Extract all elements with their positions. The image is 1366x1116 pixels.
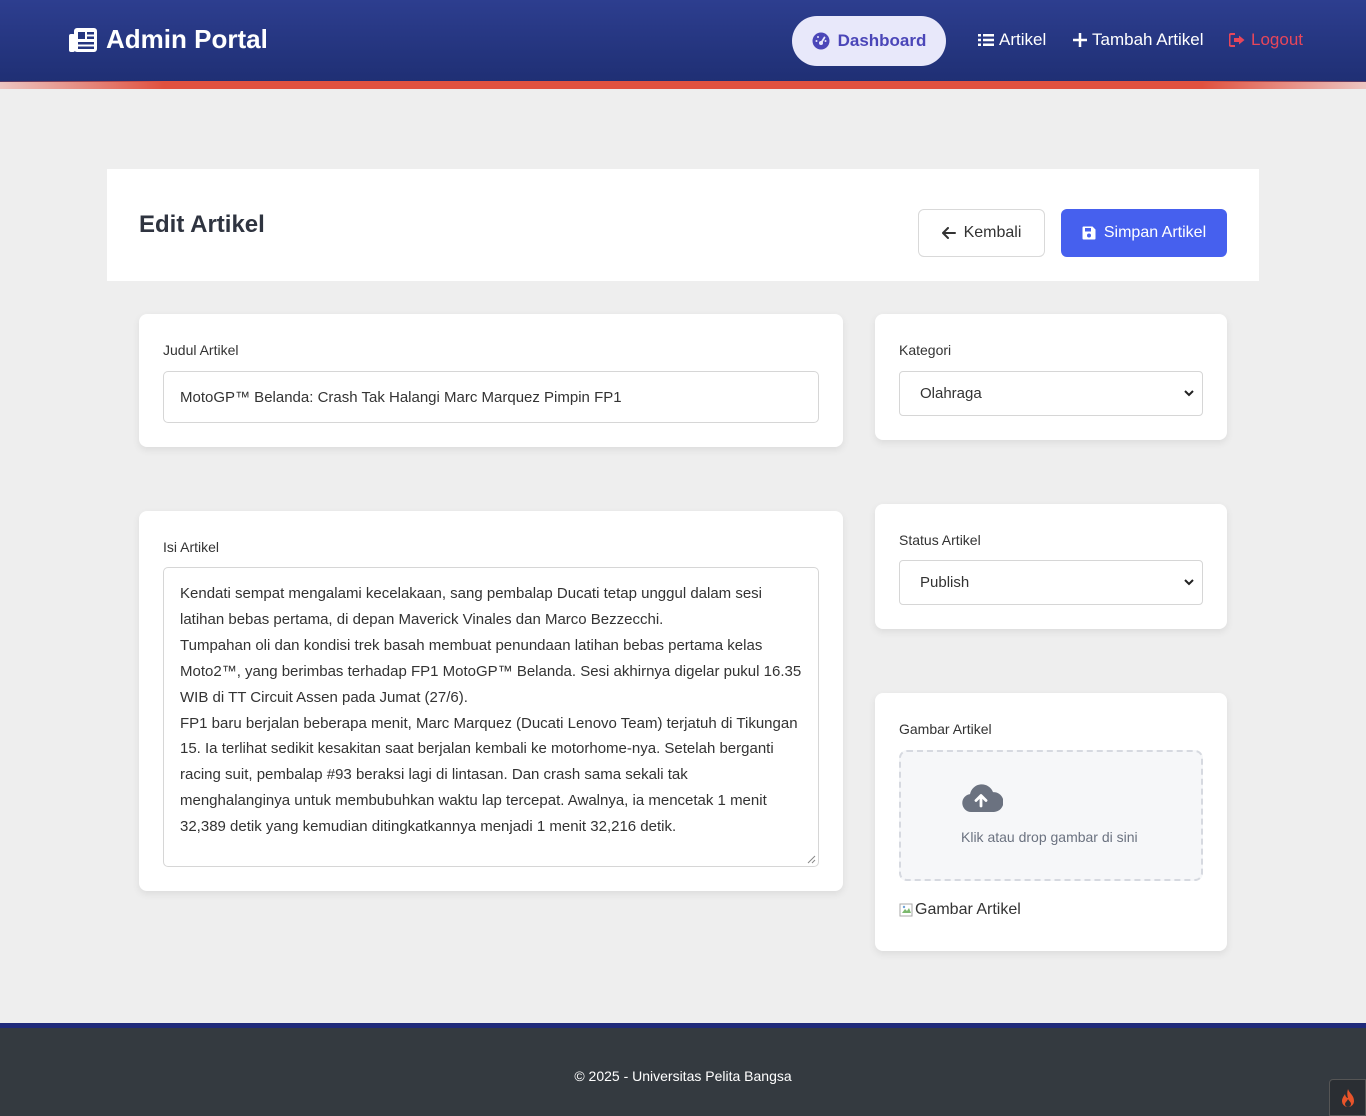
broken-image-icon [899, 903, 913, 917]
nav-tambah-label: Tambah Artikel [1092, 30, 1204, 49]
floppy-disk-icon [1082, 226, 1096, 240]
navbar-accent-bar [0, 81, 1366, 89]
judul-label: Judul Artikel [163, 342, 239, 358]
image-preview: Gambar Artikel [899, 901, 1021, 919]
resize-handle-icon[interactable] [806, 854, 816, 864]
sign-out-icon [1229, 33, 1245, 47]
back-button[interactable]: Kembali [918, 209, 1045, 257]
brand-title: Admin Portal [106, 24, 268, 54]
isi-label: Isi Artikel [163, 539, 220, 555]
kategori-label: Kategori [899, 342, 952, 358]
kategori-select[interactable]: Olahraga [899, 371, 1203, 416]
back-button-label: Kembali [963, 224, 1022, 241]
nav-dashboard-label: Dashboard [837, 31, 927, 50]
nav-logout[interactable]: Logout [1229, 30, 1303, 50]
kategori-selected: Olahraga [920, 385, 982, 402]
kategori-card: Kategori Olahraga [875, 314, 1227, 440]
newspaper-icon [69, 27, 97, 52]
nav-dashboard[interactable]: Dashboard [792, 16, 946, 66]
list-icon [978, 34, 994, 46]
footer-copyright: © 2025 - Universitas Pelita Bangsa [574, 1068, 792, 1084]
status-label: Status Artikel [899, 532, 981, 548]
footer: © 2025 - Universitas Pelita Bangsa [0, 1023, 1366, 1116]
cloud-upload-icon [962, 784, 1003, 812]
isi-textarea[interactable]: Kendati sempat mengalami kecelakaan, san… [163, 567, 819, 867]
plus-icon [1073, 33, 1087, 47]
top-navbar: Admin Portal Dashboard Artikel Tambah Ar… [0, 0, 1366, 82]
dropzone-text: Klik atau drop gambar di sini [961, 829, 1138, 845]
debug-toolbar-toggle[interactable] [1329, 1079, 1366, 1116]
nav-artikel[interactable]: Artikel [978, 30, 1046, 50]
nav-logout-label: Logout [1251, 30, 1303, 49]
gauge-icon [812, 32, 830, 50]
judul-card: Judul Artikel MotoGP™ Belanda: Crash Tak… [139, 314, 843, 447]
nav-tambah-artikel[interactable]: Tambah Artikel [1073, 30, 1204, 50]
isi-paragraph: Tumpahan oli dan kondisi trek basah memb… [180, 636, 802, 706]
image-alt-text: Gambar Artikel [915, 901, 1021, 918]
status-selected: Publish [920, 574, 970, 591]
page-header: Edit Artikel Kembali Simpan Artikel [107, 169, 1259, 281]
chevron-down-icon [1184, 579, 1194, 586]
isi-paragraph: FP1 baru berjalan beberapa menit, Marc M… [180, 714, 798, 836]
brand[interactable]: Admin Portal [68, 24, 268, 55]
isi-card: Isi Artikel Kendati sempat mengalami kec… [139, 511, 843, 891]
save-button[interactable]: Simpan Artikel [1061, 209, 1227, 257]
page-title: Edit Artikel [139, 211, 265, 238]
chevron-down-icon [1184, 390, 1194, 397]
image-dropzone[interactable]: Klik atau drop gambar di sini [899, 750, 1203, 881]
gambar-card: Gambar Artikel Klik atau drop gambar di … [875, 693, 1227, 951]
judul-input[interactable]: MotoGP™ Belanda: Crash Tak Halangi Marc … [163, 371, 819, 423]
save-button-label: Simpan Artikel [1103, 224, 1207, 241]
arrow-left-icon [941, 227, 956, 239]
status-select[interactable]: Publish [899, 560, 1203, 605]
gambar-label: Gambar Artikel [899, 721, 992, 737]
nav-artikel-label: Artikel [999, 30, 1047, 49]
isi-paragraph: Kendati sempat mengalami kecelakaan, san… [180, 585, 763, 628]
fire-icon [1341, 1088, 1354, 1107]
status-card: Status Artikel Publish [875, 504, 1227, 629]
